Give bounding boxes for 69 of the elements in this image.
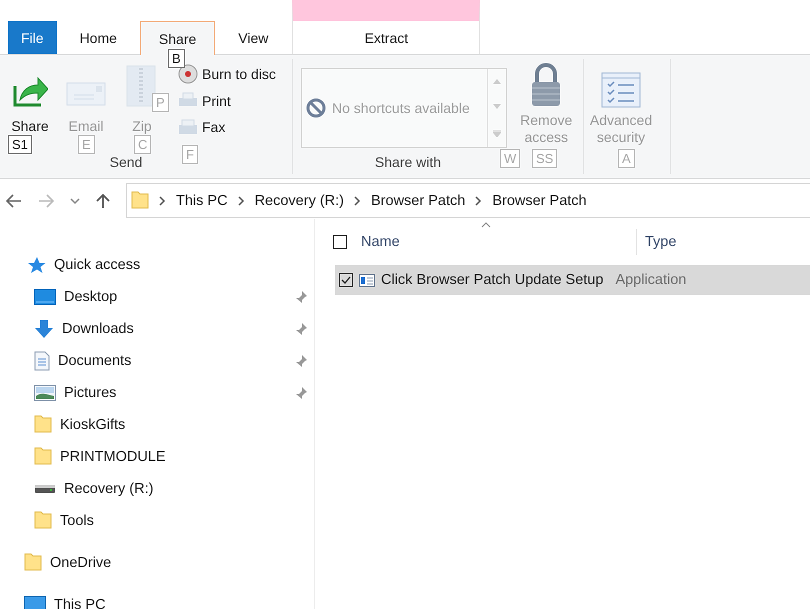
breadcrumb[interactable]: This PC [176, 192, 228, 208]
sidebar-item[interactable]: Documents [0, 345, 314, 377]
key-tip: C [134, 135, 152, 154]
key-tip: A [618, 149, 635, 168]
ribbon-button[interactable]: Share S1 [2, 62, 58, 152]
group-label: Send [110, 154, 142, 172]
gallery-message: No shortcuts available [332, 100, 470, 116]
application-window-icon [359, 274, 375, 286]
sort-caret-icon [481, 222, 491, 228]
folder-icon [24, 553, 42, 573]
folder-icon [34, 511, 52, 531]
chevron-icon [159, 196, 166, 206]
document-icon [34, 351, 50, 371]
column-header[interactable]: Type [645, 222, 745, 250]
fax-machine-icon [178, 118, 198, 136]
key-tip: W [500, 149, 520, 168]
key-tip: E [78, 135, 95, 154]
download-arrow-icon [34, 319, 54, 339]
file-row[interactable]: Click Browser Patch Update Setup Application [335, 265, 810, 295]
ribbon-tab[interactable]: Extract [292, 0, 480, 54]
key-tip: B [168, 49, 185, 68]
chevron-icon [354, 196, 362, 206]
address-bar[interactable]: This PC Recovery (R:) Browser Patch Browser Patch [126, 183, 810, 218]
row-checkbox[interactable] [339, 273, 353, 287]
scroll-down-icon [493, 104, 502, 110]
chevron-icon [475, 196, 482, 206]
picture-icon [34, 385, 56, 401]
up-icon [96, 194, 110, 208]
key-tip: S1 [8, 135, 32, 154]
monitor-icon [34, 289, 56, 305]
prohibited-icon [306, 98, 326, 118]
sidebar-item[interactable]: PRINTMODULE [0, 441, 314, 473]
select-all-checkbox[interactable] [333, 235, 347, 249]
sidebar-item[interactable]: Pictures [0, 377, 314, 409]
forward-icon [38, 194, 54, 208]
key-tip: F [182, 145, 198, 164]
star-icon [26, 256, 46, 274]
key-tip: SS [532, 149, 558, 168]
sidebar-item[interactable]: OneDrive [0, 547, 314, 579]
computer-icon [24, 596, 46, 609]
checkmark-icon [341, 276, 351, 284]
sidebar-item[interactable]: KioskGifts [0, 409, 314, 441]
sidebar-item[interactable]: This PC [0, 589, 314, 609]
key-tip: P [152, 93, 169, 112]
drive-icon [34, 484, 56, 494]
folder-icon [131, 190, 149, 210]
sidebar-item[interactable]: Quick access [0, 249, 314, 281]
disc-icon [178, 64, 198, 84]
breadcrumb[interactable]: Browser Patch [492, 192, 587, 208]
file-type: Application [615, 272, 686, 288]
breadcrumb[interactable]: Recovery (R:) [254, 192, 344, 208]
file-name: Click Browser Patch Update Setup [381, 272, 604, 288]
file-tab[interactable]: File [8, 21, 57, 54]
chevron-icon [238, 196, 245, 206]
sidebar-item[interactable]: Recovery (R:) [0, 473, 314, 505]
breadcrumb[interactable]: Browser Patch [371, 192, 466, 208]
scroll-up-icon [493, 79, 502, 84]
group-label: Share with [374, 154, 442, 172]
sidebar-item[interactable]: Tools [0, 505, 314, 537]
checklist-window-icon [601, 72, 641, 108]
back-icon [6, 194, 22, 208]
sidebar-item[interactable]: Desktop [0, 281, 314, 313]
column-header[interactable]: Name [361, 222, 611, 250]
ribbon-tab[interactable]: Share [140, 21, 216, 55]
sidebar-item[interactable]: Downloads [0, 313, 314, 345]
expand-icon [493, 130, 502, 137]
envelope-icon [66, 80, 106, 108]
folder-icon [34, 447, 52, 467]
folder-icon [34, 415, 52, 435]
